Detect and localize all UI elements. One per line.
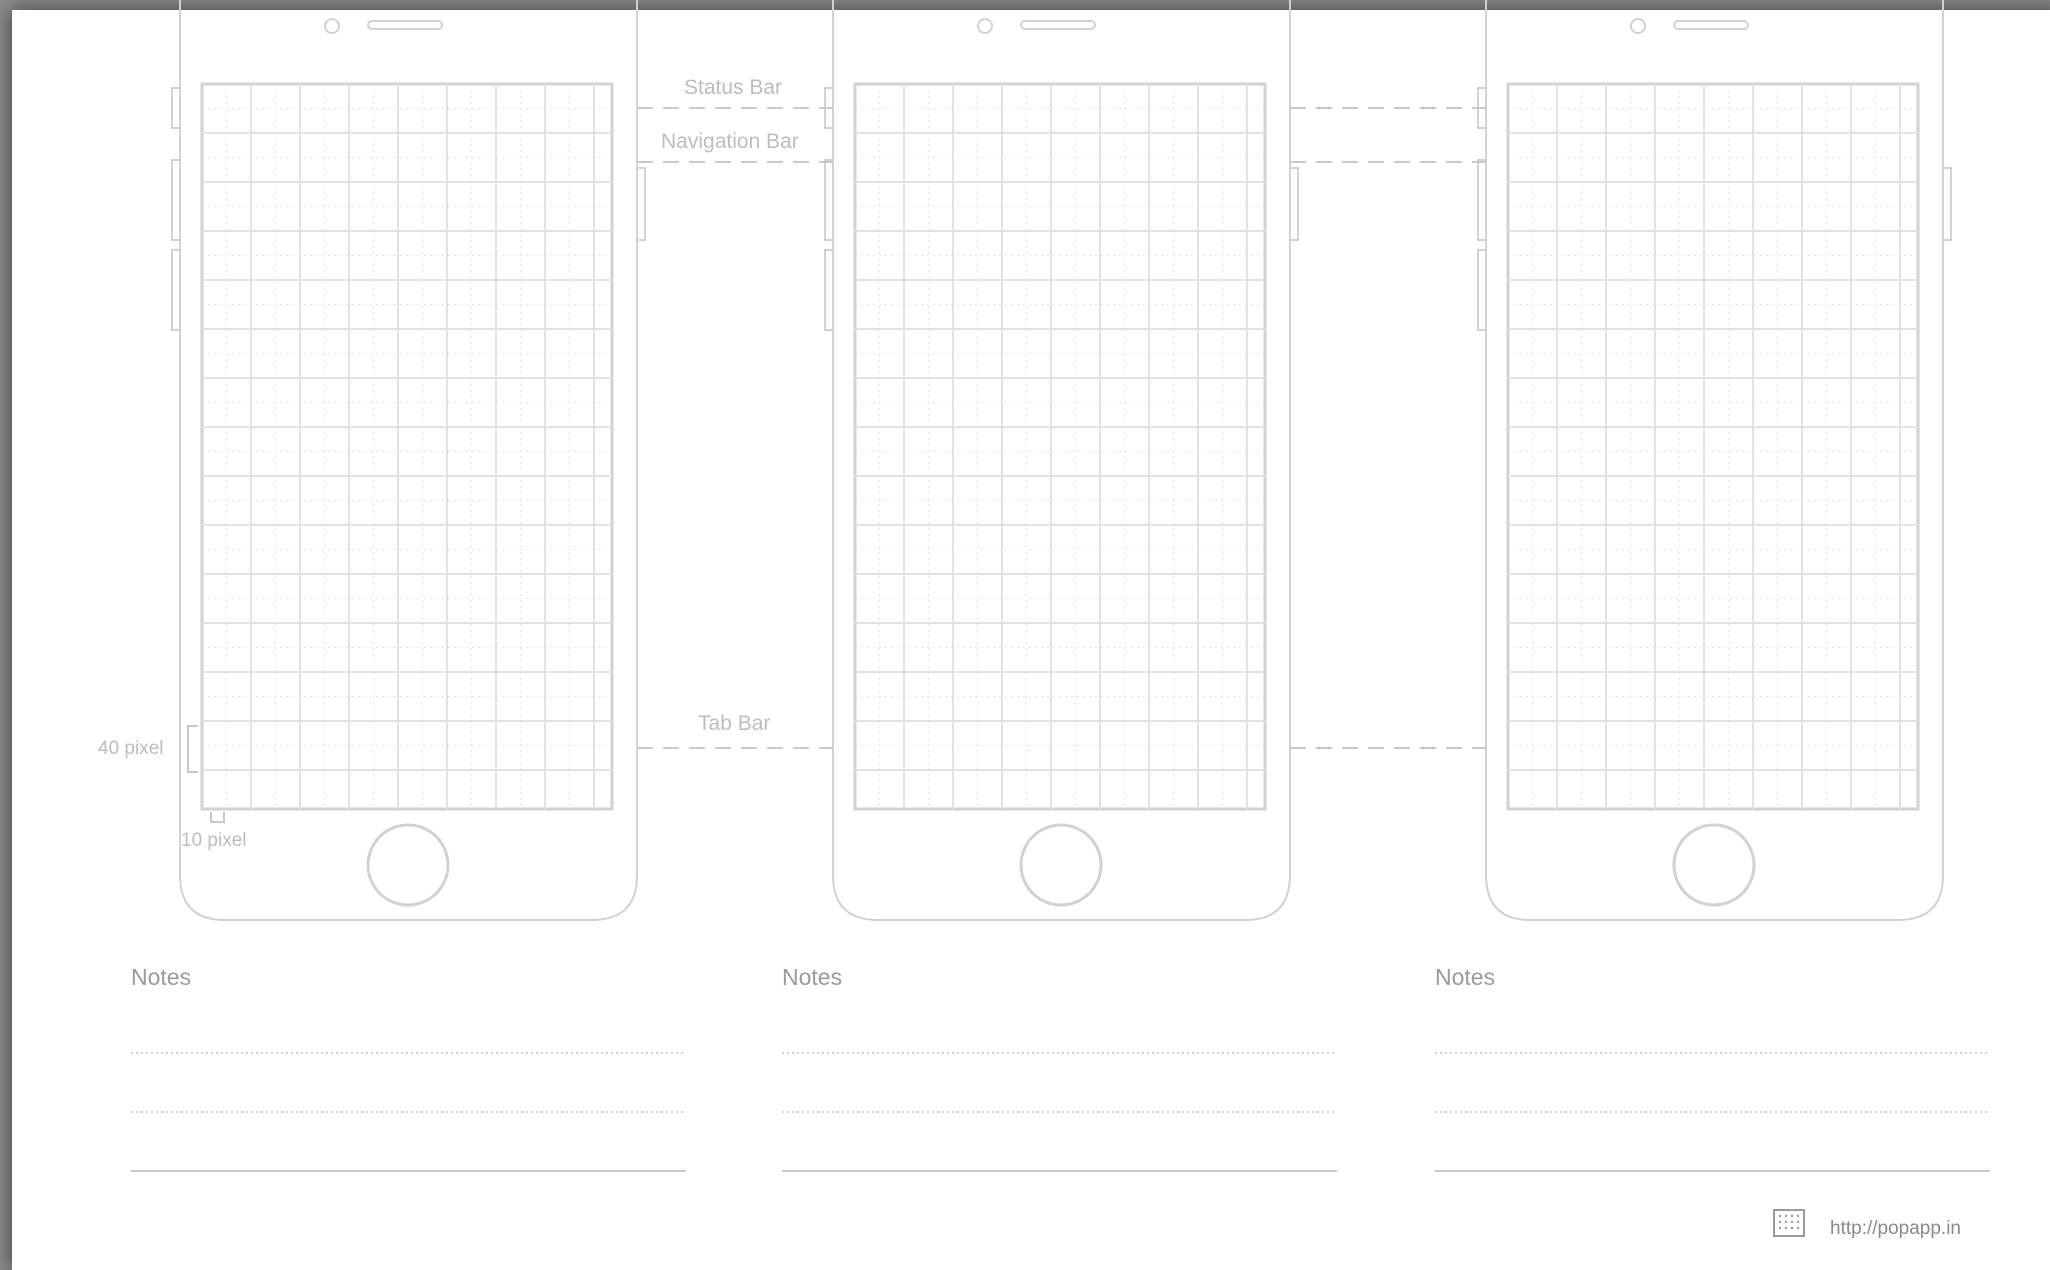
notes-title-3: Notes	[1435, 964, 1496, 990]
front-camera-icon-3	[1630, 18, 1646, 34]
wireframe-artwork	[131, 0, 1990, 1237]
logo-dot	[1784, 1226, 1788, 1230]
logo-dot	[1784, 1214, 1788, 1218]
power-button-2	[1289, 167, 1299, 241]
logo-dot	[1790, 1226, 1794, 1230]
stage: Status Bar Navigation Bar Tab Bar 40 pix…	[0, 0, 2050, 1270]
notes-title-1: Notes	[131, 964, 192, 990]
screen-2	[853, 82, 1267, 811]
volume-down-button-3	[1477, 249, 1487, 331]
logo-dot	[1778, 1226, 1782, 1230]
home-button-2	[1019, 823, 1103, 907]
screen-1	[200, 82, 614, 811]
volume-up-button-2	[824, 159, 834, 241]
logo-dot	[1796, 1214, 1800, 1218]
front-camera-icon-2	[977, 18, 993, 34]
power-button-1	[636, 167, 646, 241]
logo-dot	[1796, 1220, 1800, 1224]
power-button-3	[1942, 167, 1952, 241]
speaker-grille-3	[1673, 20, 1749, 30]
notes-title-2: Notes	[782, 964, 843, 990]
home-button-3	[1672, 823, 1756, 907]
navigation-bar-label: Navigation Bar	[661, 130, 799, 153]
volume-down-button-2	[824, 249, 834, 331]
height-40-bracket	[187, 725, 198, 773]
logo-dot	[1796, 1226, 1800, 1230]
speaker-grille-2	[1020, 20, 1096, 30]
width-10-bracket	[210, 812, 225, 823]
tab-bar-label: Tab Bar	[698, 712, 771, 735]
home-button-1	[366, 823, 450, 907]
popapp-logo-icon	[1773, 1209, 1805, 1237]
logo-dot	[1790, 1220, 1794, 1224]
mute-switch-1	[171, 87, 181, 129]
volume-up-button-1	[171, 159, 181, 241]
logo-dot	[1784, 1220, 1788, 1224]
height-40-pixel-label: 40 pixel	[98, 738, 164, 759]
footer-url[interactable]: http://popapp.in	[1830, 1218, 1961, 1240]
logo-dot	[1790, 1214, 1794, 1218]
width-10-pixel-label: 10 pixel	[181, 830, 247, 851]
speaker-grille-1	[367, 20, 443, 30]
screen-3	[1506, 82, 1920, 811]
logo-dot	[1778, 1220, 1782, 1224]
volume-up-button-3	[1477, 159, 1487, 241]
volume-down-button-1	[171, 249, 181, 331]
status-bar-label: Status Bar	[684, 76, 783, 99]
front-camera-icon-1	[324, 18, 340, 34]
logo-dot	[1778, 1214, 1782, 1218]
